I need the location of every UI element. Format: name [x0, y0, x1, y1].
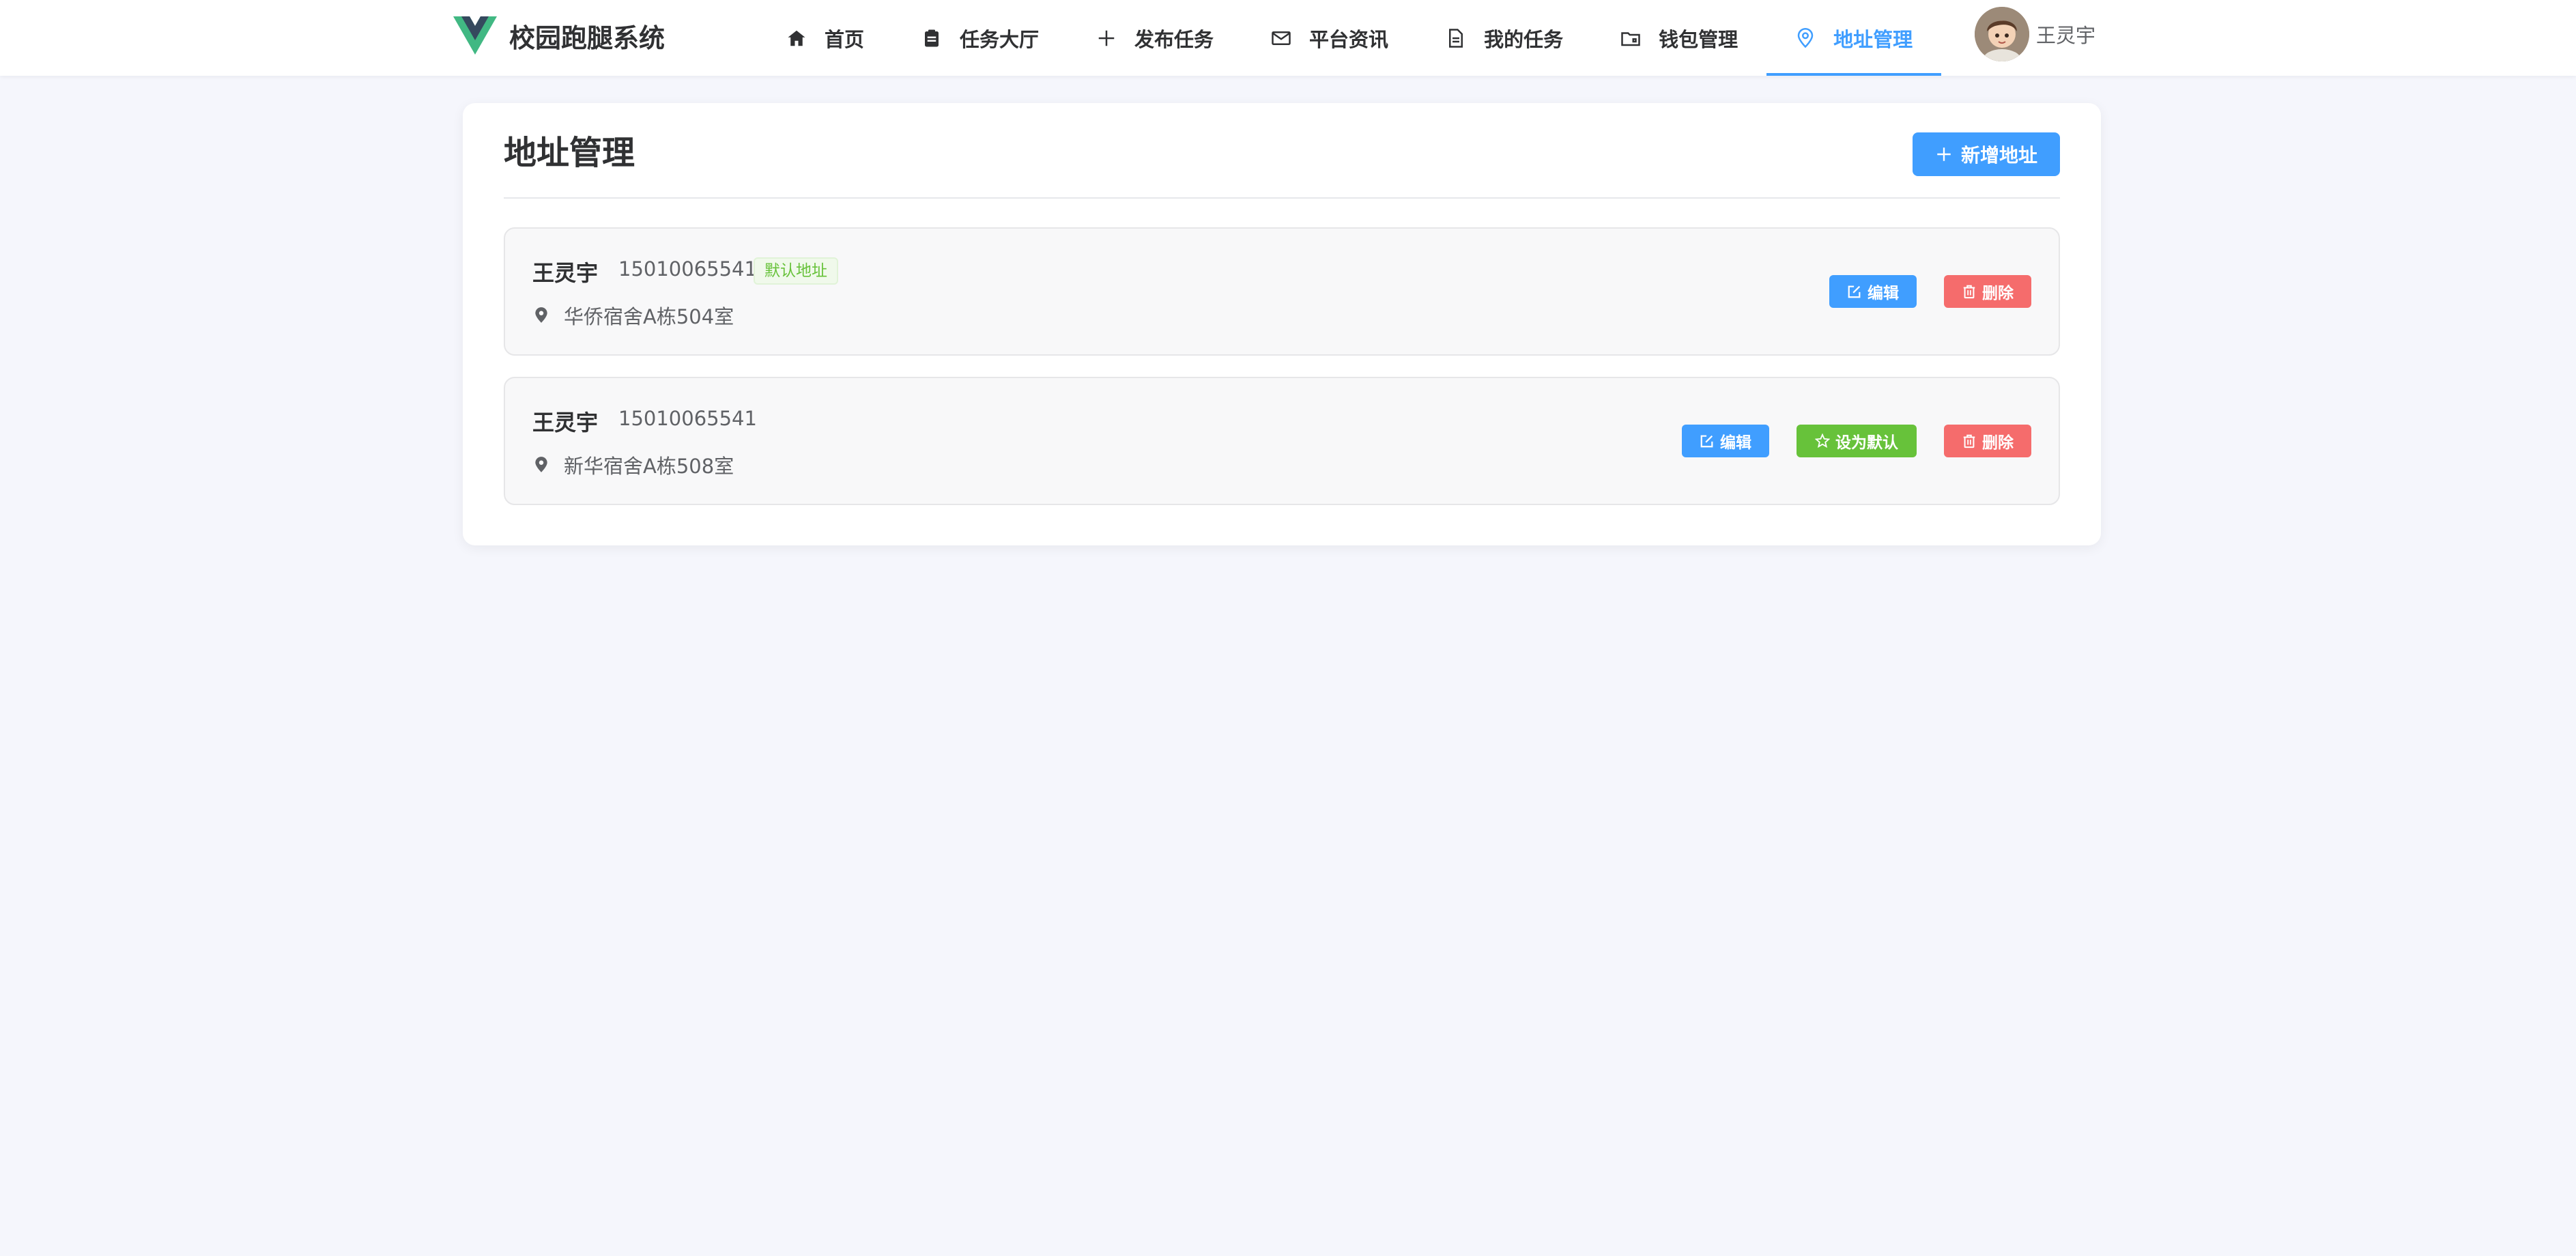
delete-button[interactable]: 删除 — [1944, 275, 2031, 308]
user-name: 王灵宇 — [2036, 24, 2096, 47]
nav-item-my-tasks[interactable]: 我的任务 — [1417, 0, 1592, 76]
nav-label: 我的任务 — [1484, 27, 1564, 51]
avatar[interactable] — [1975, 7, 2029, 61]
nav-label: 任务大厅 — [960, 27, 1040, 51]
edit-label: 编辑 — [1867, 285, 1899, 302]
nav-item-address[interactable]: 地址管理 — [1766, 0, 1942, 76]
address-text: 华侨宿舍A栋504室 — [564, 305, 734, 328]
contact-phone: 15010065541 — [618, 257, 757, 281]
default-address-badge: 默认地址 — [754, 257, 838, 285]
contact-name: 王灵宇 — [532, 410, 599, 436]
avatar-image-icon — [1975, 7, 2029, 61]
main-nav: 首页 任务大厅 发布任务 平台资讯 我的任务 钱包管理 地址管理 — [758, 0, 1942, 76]
edit-button[interactable]: 编辑 — [1682, 425, 1769, 457]
contact-name: 王灵宇 — [532, 260, 599, 286]
location-pin-icon — [535, 457, 547, 472]
wallet-icon — [1621, 31, 1640, 46]
contact-phone: 15010065541 — [618, 407, 757, 430]
edit-icon — [1848, 285, 1861, 298]
nav-item-news[interactable]: 平台资讯 — [1242, 0, 1417, 76]
address-line: 华侨宿舍A栋504室 — [532, 301, 734, 330]
clipboard-icon — [925, 29, 939, 46]
trash-icon — [1963, 285, 1975, 299]
delete-button[interactable]: 删除 — [1944, 425, 2031, 457]
set-default-button[interactable]: 设为默认 — [1797, 425, 1917, 457]
nav-item-home[interactable]: 首页 — [758, 0, 893, 76]
plus-icon — [1937, 147, 1951, 161]
address-line: 新华宿舍A栋508室 — [532, 451, 734, 479]
location-icon — [1797, 27, 1814, 48]
edit-label: 编辑 — [1720, 434, 1751, 452]
nav-label: 平台资讯 — [1309, 27, 1389, 51]
nav-item-task-hall[interactable]: 任务大厅 — [893, 0, 1068, 76]
edit-button[interactable]: 编辑 — [1829, 275, 1917, 308]
app-title: 校园跑腿系统 — [509, 23, 666, 53]
location-pin-icon — [535, 307, 547, 323]
delete-label: 删除 — [1982, 434, 2014, 452]
trash-icon — [1963, 434, 1975, 448]
plus-icon — [1098, 30, 1115, 46]
star-icon — [1815, 433, 1830, 448]
app-logo[interactable]: 校园跑腿系统 — [453, 15, 665, 56]
edit-icon — [1700, 435, 1713, 448]
nav-label: 钱包管理 — [1659, 27, 1738, 51]
page-title: 地址管理 — [504, 134, 635, 172]
nav-label: 地址管理 — [1833, 27, 1913, 51]
add-address-label: 新增地址 — [1960, 144, 2037, 167]
add-address-button[interactable]: 新增地址 — [1913, 132, 2060, 176]
delete-label: 删除 — [1982, 285, 2014, 302]
top-navbar: 校园跑腿系统 首页 任务大厅 发布任务 平台资讯 我的任务 钱包管理 地址管理 … — [0, 0, 2576, 76]
nav-label: 首页 — [825, 27, 865, 51]
set-default-label: 设为默认 — [1835, 434, 1898, 452]
address-item: 王灵宇 15010065541 新华宿舍A栋508室 编辑 设为默认 删除 — [504, 377, 2060, 505]
title-divider — [504, 197, 2060, 199]
home-icon — [788, 30, 805, 46]
nav-item-publish-task[interactable]: 发布任务 — [1068, 0, 1242, 76]
document-icon — [1449, 28, 1463, 48]
mail-icon — [1272, 31, 1291, 45]
user-menu[interactable]: 王灵宇 — [1975, 7, 2095, 61]
nav-item-wallet[interactable]: 钱包管理 — [1592, 0, 1766, 76]
address-text: 新华宿舍A栋508室 — [564, 455, 734, 478]
address-item: 王灵宇 15010065541 默认地址 华侨宿舍A栋504室 编辑 删除 — [504, 227, 2060, 356]
vue-logo-icon — [453, 16, 497, 55]
address-card: 地址管理 新增地址 王灵宇 15010065541 默认地址 华侨宿舍A栋504… — [463, 103, 2101, 545]
nav-label: 发布任务 — [1134, 27, 1214, 51]
